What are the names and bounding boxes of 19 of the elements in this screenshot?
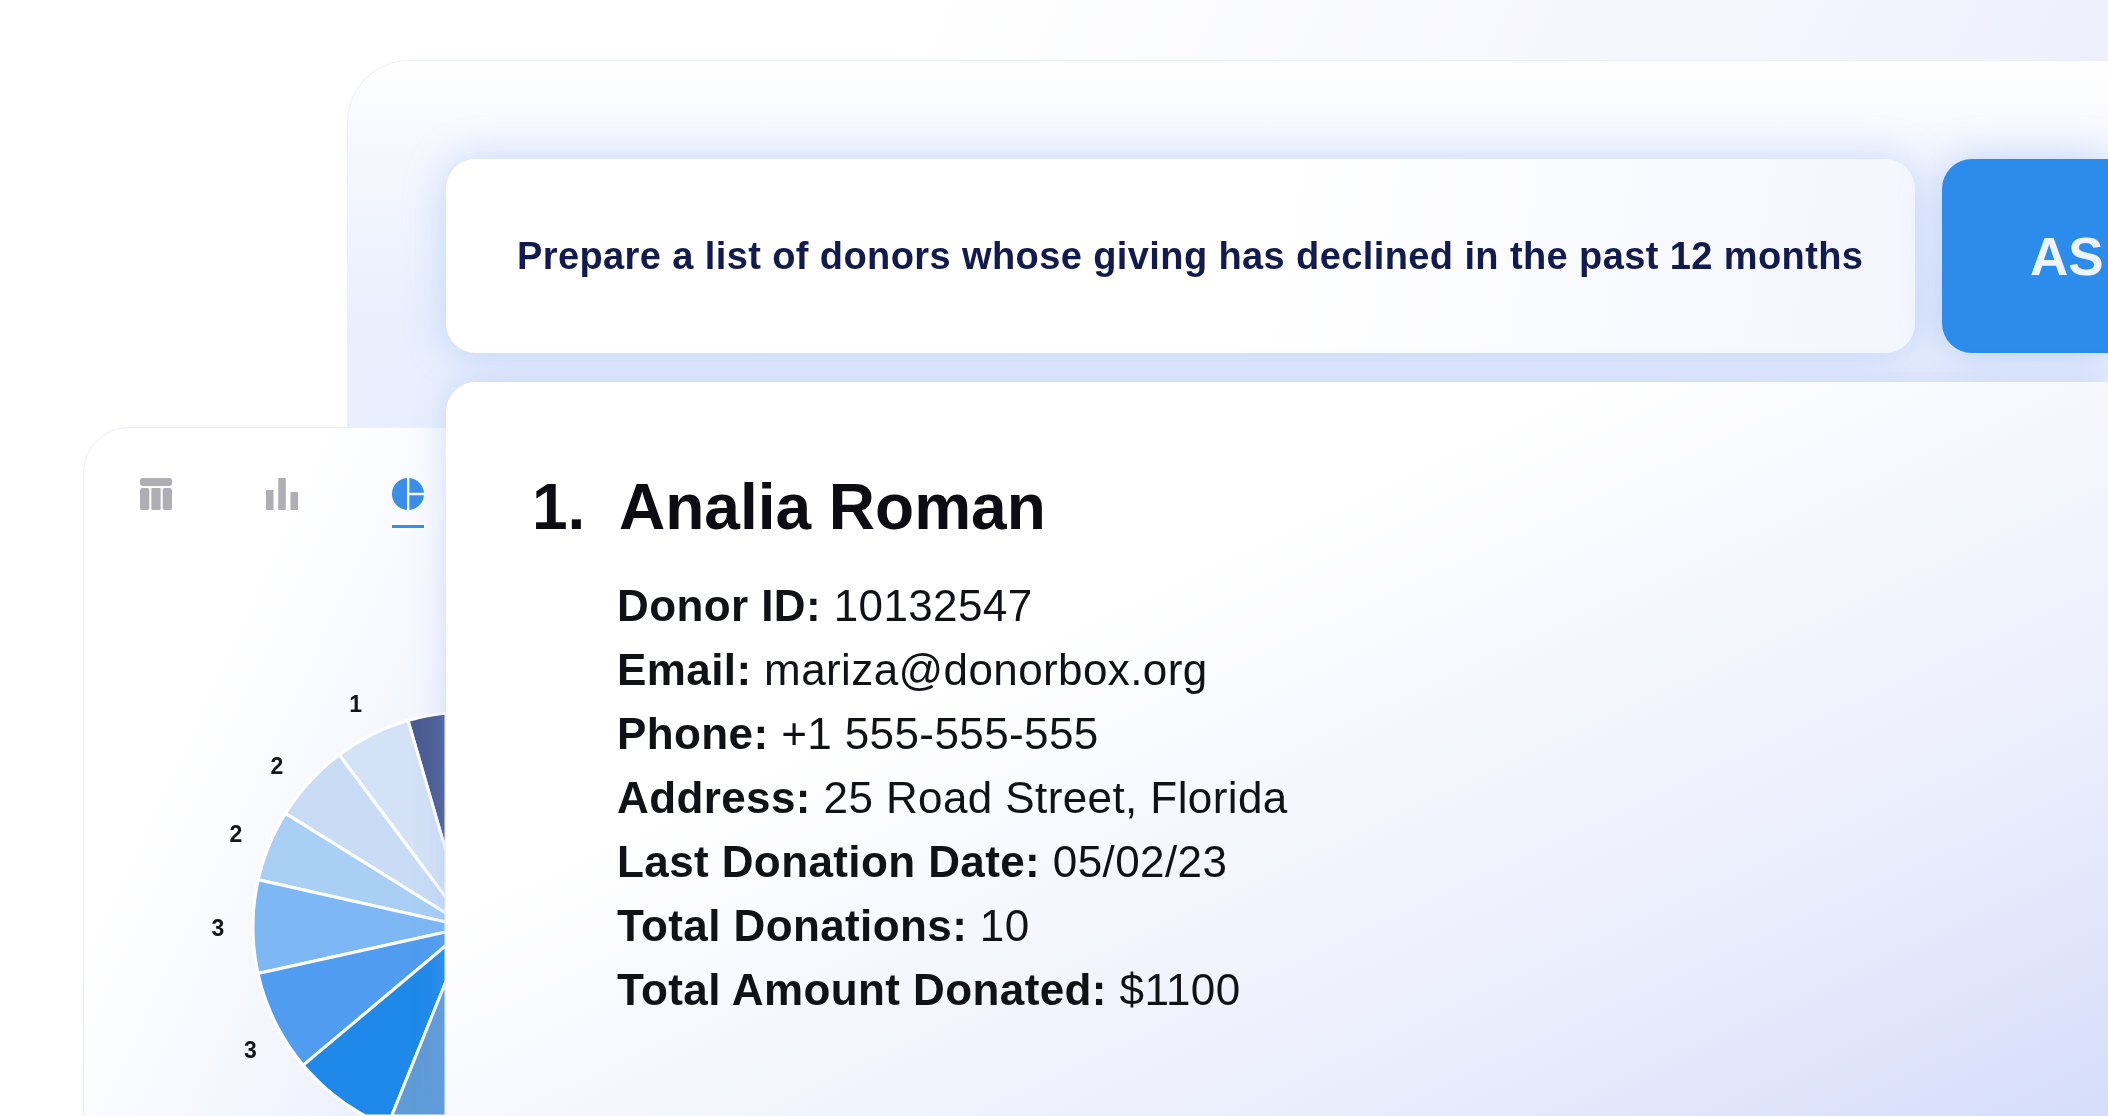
pie-slice-label: 3 <box>211 914 225 941</box>
donor-detail: Email: mariza@donorbox.org <box>617 644 1208 696</box>
pie-chart-view-tab[interactable] <box>392 478 424 528</box>
table-icon <box>140 478 172 510</box>
donor-detail: Donor ID: 10132547 <box>617 580 1033 632</box>
donor-detail: Phone: +1 555-555-555 <box>617 708 1099 760</box>
list-number: 1. <box>532 470 587 545</box>
donor-detail: Total Donations: 10 <box>617 900 1030 952</box>
pie-chart-icon <box>392 478 424 510</box>
donor-detail: Address: 25 Road Street, Florida <box>617 772 1288 824</box>
donor-name: Analia Roman <box>619 470 1046 545</box>
pie-slice-label: 3 <box>244 1037 257 1064</box>
donor-detail: Total Amount Donated: $1100 <box>617 964 1241 1016</box>
pie-slice-label: 1 <box>349 690 363 717</box>
pie-slice-label: 2 <box>270 753 284 779</box>
donor-detail: Last Donation Date: 05/02/23 <box>617 836 1228 888</box>
prompt-input-field[interactable]: Prepare a list of donors whose giving has declined in the past 12 months <box>446 159 1915 353</box>
bar-chart-icon <box>266 478 298 510</box>
pie-slice-label: 2 <box>229 821 243 848</box>
